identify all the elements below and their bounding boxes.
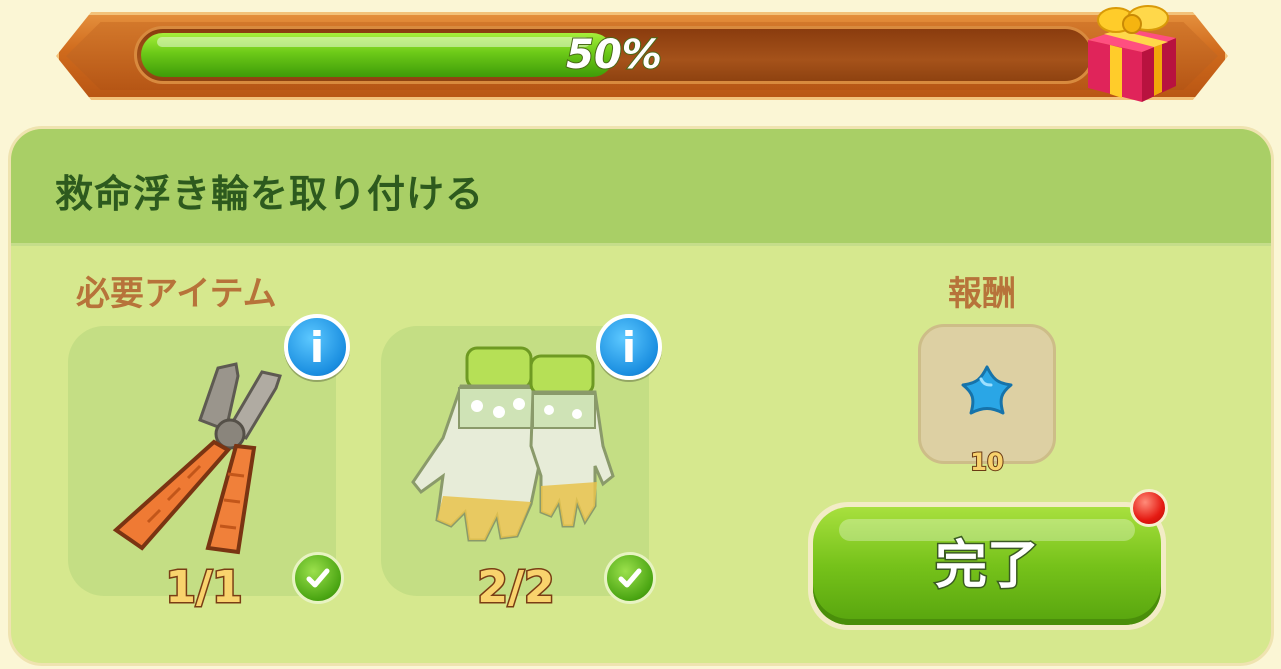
blue-star-icon: [961, 365, 1013, 415]
gift-box-icon[interactable]: [1082, 0, 1182, 104]
reward-item: [918, 324, 1056, 464]
item-count-pliers: 1/1: [164, 561, 244, 615]
complete-button-face: 完了: [813, 507, 1161, 625]
required-items-label: 必要アイテム: [76, 274, 277, 314]
task-screen: 50% 救命浮き輪を取り付ける 必要アイテム i 1/1 i 2/2 報酬 10…: [0, 0, 1281, 669]
task-title: 救命浮き輪を取り付ける: [55, 172, 485, 216]
complete-button-label: 完了: [933, 535, 1040, 598]
info-button-pliers[interactable]: i: [284, 314, 350, 380]
check-icon: [292, 552, 344, 604]
complete-button[interactable]: 完了: [808, 502, 1166, 630]
check-icon: [604, 552, 656, 604]
info-button-gloves[interactable]: i: [596, 314, 662, 380]
reward-label: 報酬: [948, 274, 1016, 314]
item-count-gloves: 2/2: [476, 561, 556, 615]
info-icon: i: [309, 323, 325, 372]
progress-percent: 50%: [565, 31, 663, 79]
info-icon: i: [621, 323, 637, 372]
reward-value: 10: [969, 447, 1004, 477]
notification-dot: [1130, 489, 1168, 527]
task-header: 救命浮き輪を取り付ける: [11, 129, 1271, 246]
